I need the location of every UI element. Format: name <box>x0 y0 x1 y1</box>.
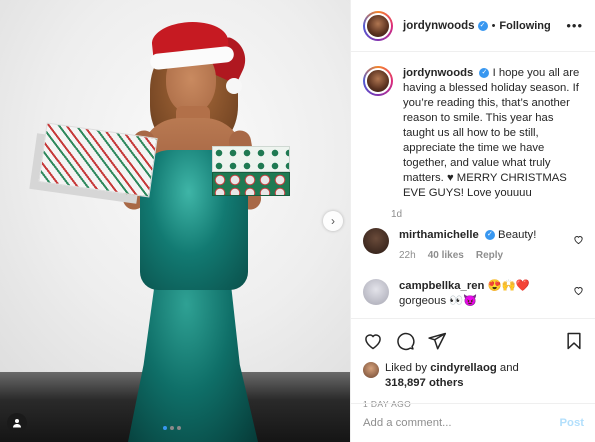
comment-meta: 22h 40 likes Reply <box>399 248 573 263</box>
bookmark-icon[interactable] <box>564 331 584 351</box>
comment-emoji: 😍🙌❤️ <box>487 280 530 292</box>
santa-hat-pompom <box>226 78 242 94</box>
share-icon[interactable] <box>427 331 447 351</box>
carousel-dot <box>177 426 181 430</box>
post-actions: Liked by cindyrellaog and 318,897 others… <box>351 318 595 409</box>
post-comment-button[interactable]: Post <box>560 417 584 429</box>
author-avatar[interactable] <box>363 10 393 41</box>
caption-body: I hope you all are having a blessed holi… <box>403 67 580 199</box>
separator-dot: • <box>491 19 496 32</box>
commenter-avatar[interactable] <box>363 228 389 254</box>
comment-body: mirthamichelle ✓ Beauty! 22h 40 likes Re… <box>399 228 573 263</box>
liked-by-prefix: Liked by <box>385 362 428 374</box>
liked-by: Liked by cindyrellaog and 318,897 others <box>363 361 584 391</box>
comment-age: 22h <box>399 250 416 261</box>
next-slide-button[interactable]: › <box>323 211 343 231</box>
comment-icon[interactable] <box>395 331 415 351</box>
post-caption: jordynwoods ✓ I hope you all are having … <box>351 52 595 201</box>
chevron-right-icon: › <box>331 214 335 228</box>
heart-icon[interactable] <box>363 331 383 351</box>
person-icon <box>13 419 21 428</box>
carousel-dots <box>163 426 181 430</box>
gift-box-right-top <box>212 146 290 172</box>
post-photo[interactable]: › <box>0 0 350 442</box>
comment-input[interactable] <box>363 417 560 429</box>
likes-count[interactable]: 318,897 others <box>385 377 464 389</box>
caption-age: 1d <box>391 209 403 220</box>
comment-username[interactable]: mirthamichelle <box>399 229 479 241</box>
comment-item: campbellka_ren 😍🙌❤️ gorgeous 👀😈 <box>351 279 595 309</box>
comment-username[interactable]: campbellka_ren <box>399 280 484 292</box>
caption-avatar[interactable] <box>363 66 393 96</box>
post-side-panel: jordynwoods ✓ • Following ••• jordynwood… <box>350 0 595 442</box>
comment-item: mirthamichelle ✓ Beauty! 22h 40 likes Re… <box>351 228 595 263</box>
author-username[interactable]: jordynwoods <box>403 20 475 32</box>
more-icon[interactable]: ••• <box>566 18 583 33</box>
tagged-user-icon[interactable] <box>7 413 27 433</box>
comment-text: Beauty! <box>498 229 537 241</box>
gift-box-right-bottom <box>212 172 290 196</box>
verified-icon: ✓ <box>479 68 490 79</box>
reply-button[interactable]: Reply <box>476 248 503 263</box>
comment-text: gorgeous 👀😈 <box>399 295 478 307</box>
commenter-avatar[interactable] <box>363 279 389 305</box>
heart-icon[interactable] <box>573 285 584 296</box>
liker-avatar[interactable] <box>363 362 379 378</box>
add-comment-bar: Post <box>351 403 595 442</box>
comment-body: campbellka_ren 😍🙌❤️ gorgeous 👀😈 <box>399 279 573 309</box>
post-header: jordynwoods ✓ • Following ••• <box>351 0 595 52</box>
caption-username[interactable]: jordynwoods <box>403 67 473 79</box>
action-icons <box>363 327 584 355</box>
liked-by-conj: and <box>499 362 519 374</box>
comment-likes[interactable]: 40 likes <box>428 248 464 263</box>
heart-icon[interactable] <box>573 234 584 245</box>
carousel-dot <box>163 426 167 430</box>
caption-text: jordynwoods ✓ I hope you all are having … <box>403 66 583 201</box>
verified-icon: ✓ <box>477 20 488 31</box>
verified-icon: ✓ <box>484 230 495 241</box>
following-button[interactable]: Following <box>499 20 550 32</box>
liker-username[interactable]: cindyrellaog <box>430 362 497 374</box>
carousel-dot <box>170 426 174 430</box>
